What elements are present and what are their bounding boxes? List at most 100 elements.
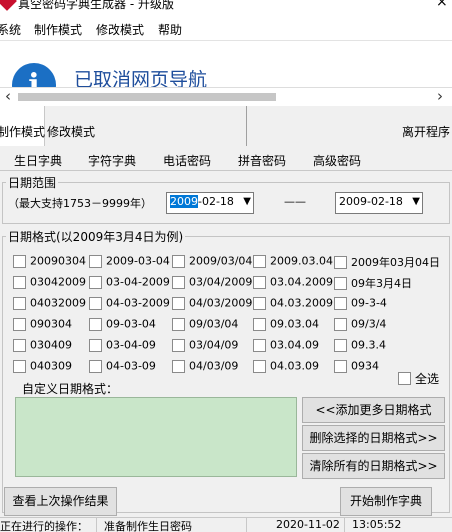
checkbox-icon[interactable] <box>253 317 266 331</box>
date-format-checkbox[interactable]: 09-3-4 <box>334 296 387 310</box>
checkbox-icon[interactable] <box>334 296 347 310</box>
horizontal-scrollbar[interactable]: ‹ › <box>0 87 452 107</box>
date-range-support: （最大支持1753－9999年） <box>8 197 152 210</box>
delete-format-button[interactable]: 删除选择的日期格式>> <box>302 425 445 451</box>
scroll-right-icon[interactable]: › <box>437 87 443 105</box>
checkbox-icon[interactable] <box>172 296 185 310</box>
checkbox-icon[interactable] <box>334 255 347 269</box>
date-format-checkbox[interactable]: 09.03.04 <box>253 317 319 331</box>
edit-mode-button[interactable]: 修改模式 <box>47 120 95 144</box>
dropdown-arrow-icon[interactable]: ▼ <box>243 196 251 207</box>
date-format-checkbox[interactable]: 040309 <box>13 359 72 373</box>
checkbox-icon[interactable] <box>398 372 411 385</box>
date-format-checkbox[interactable]: 09/3/4 <box>334 317 386 331</box>
date-format-label: 03042009 <box>30 275 86 289</box>
tab-pinyin[interactable]: 拼音密码 <box>238 152 286 169</box>
checkbox-icon[interactable] <box>334 338 347 352</box>
date-format-checkbox[interactable]: 03/04/09 <box>172 338 238 352</box>
date-format-checkbox[interactable]: 2009-03-04 <box>89 254 170 268</box>
start-making-button[interactable]: 开始制作字典 <box>340 487 432 516</box>
checkbox-icon[interactable] <box>13 317 26 331</box>
date-format-label: 04-03-2009 <box>106 296 170 310</box>
date-format-checkbox[interactable]: 2009年03月04日 <box>334 254 440 270</box>
window-title: 真空密码字典生成器 - 升级版 <box>18 0 174 11</box>
date-format-checkbox[interactable]: 04032009 <box>13 296 86 310</box>
checkbox-icon[interactable] <box>89 254 102 268</box>
date-format-checkbox[interactable]: 04.03.2009 <box>253 296 333 310</box>
scrollbar-thumb[interactable] <box>18 93 276 101</box>
scroll-left-icon[interactable]: ‹ <box>5 87 11 105</box>
date-format-checkbox[interactable]: 09/03/04 <box>172 317 238 331</box>
checkbox-icon[interactable] <box>172 254 185 268</box>
checkbox-icon[interactable] <box>334 317 347 331</box>
tab-phone[interactable]: 电话密码 <box>163 152 211 169</box>
banner-message: 已取消网页导航 <box>74 69 208 87</box>
checkbox-icon[interactable] <box>89 338 102 352</box>
tab-birthday[interactable]: 生日字典 <box>14 152 62 169</box>
date-format-checkbox[interactable]: 030409 <box>13 338 72 352</box>
date-format-checkbox[interactable]: 04-03-09 <box>89 359 156 373</box>
close-icon[interactable]: × <box>436 0 448 10</box>
checkbox-icon[interactable] <box>89 359 102 373</box>
clear-formats-button[interactable]: 清除所有的日期格式>> <box>302 453 445 479</box>
date-format-checkbox[interactable]: 03.04.2009 <box>253 275 333 289</box>
add-format-button[interactable]: <<添加更多日期格式 <box>302 397 445 423</box>
checkbox-icon[interactable] <box>172 338 185 352</box>
date-format-checkbox[interactable]: 04.03.09 <box>253 359 319 373</box>
checkbox-icon[interactable] <box>13 359 26 373</box>
date-format-checkbox[interactable]: 0934 <box>334 359 379 373</box>
make-mode-button[interactable]: 制作模式 <box>0 120 45 144</box>
date-format-checkbox[interactable]: 09.3.4 <box>334 338 386 352</box>
checkbox-icon[interactable] <box>334 276 347 290</box>
select-all-checkbox[interactable]: 全选 <box>398 370 439 387</box>
start-date-picker[interactable]: 2009-02-18 ▼ <box>166 192 254 214</box>
date-format-checkbox[interactable]: 04/03/09 <box>172 359 238 373</box>
checkbox-icon[interactable] <box>13 275 26 289</box>
custom-format-input[interactable] <box>15 397 297 477</box>
end-date-picker[interactable]: 2009-02-18 ▼ <box>335 192 423 214</box>
date-format-checkbox[interactable]: 04-03-2009 <box>89 296 170 310</box>
checkbox-icon[interactable] <box>334 359 347 373</box>
checkbox-icon[interactable] <box>253 359 266 373</box>
exit-button[interactable]: 离开程序 <box>402 120 450 144</box>
checkbox-icon[interactable] <box>172 275 185 289</box>
tab-charset[interactable]: 字符字典 <box>88 152 136 169</box>
date-format-checkbox[interactable]: 03-04-2009 <box>89 275 170 289</box>
view-last-result-button[interactable]: 查看上次操作结果 <box>4 487 117 516</box>
date-format-checkbox[interactable]: 09年3月4日 <box>334 275 412 291</box>
checkbox-icon[interactable] <box>89 296 102 310</box>
menu-make-mode[interactable]: 制作模式 <box>34 21 82 38</box>
dropdown-arrow-icon[interactable]: ▼ <box>412 196 420 207</box>
checkbox-icon[interactable] <box>13 296 26 310</box>
date-format-checkbox[interactable]: 2009/03/04 <box>172 254 252 268</box>
date-format-row: 030409 03-04-09 03/04/09 03.04.09 09.3.4 <box>13 338 443 356</box>
checkbox-icon[interactable] <box>253 275 266 289</box>
date-format-checkbox[interactable]: 04/03/2009 <box>172 296 252 310</box>
date-format-label: 09-3-4 <box>351 296 387 310</box>
menu-help[interactable]: 帮助 <box>158 21 182 38</box>
date-format-label: 03/04/2009 <box>189 275 253 289</box>
checkbox-icon[interactable] <box>253 296 266 310</box>
date-format-checkbox[interactable]: 03-04-09 <box>89 338 156 352</box>
date-format-label: 030409 <box>30 338 72 352</box>
checkbox-icon[interactable] <box>13 254 26 268</box>
menu-edit-mode[interactable]: 修改模式 <box>96 21 144 38</box>
date-format-checkbox[interactable]: 03042009 <box>13 275 86 289</box>
date-format-checkbox[interactable]: 03.04.09 <box>253 338 319 352</box>
date-format-checkbox[interactable]: 2009.03.04 <box>253 254 333 268</box>
date-format-checkbox[interactable]: 20090304 <box>13 254 86 268</box>
date-format-checkbox[interactable]: 03/04/2009 <box>172 275 252 289</box>
checkbox-icon[interactable] <box>172 359 185 373</box>
checkbox-icon[interactable] <box>89 317 102 331</box>
checkbox-icon[interactable] <box>89 275 102 289</box>
checkbox-icon[interactable] <box>253 338 266 352</box>
checkbox-icon[interactable] <box>253 254 266 268</box>
date-format-checkbox[interactable]: 09-03-04 <box>89 317 156 331</box>
tab-advanced[interactable]: 高级密码 <box>313 152 361 169</box>
checkbox-icon[interactable] <box>172 317 185 331</box>
info-icon: i <box>12 63 56 87</box>
date-format-label: 04/03/09 <box>189 359 239 373</box>
date-format-checkbox[interactable]: 090304 <box>13 317 72 331</box>
checkbox-icon[interactable] <box>13 338 26 352</box>
menu-system[interactable]: 系统 <box>0 21 21 38</box>
